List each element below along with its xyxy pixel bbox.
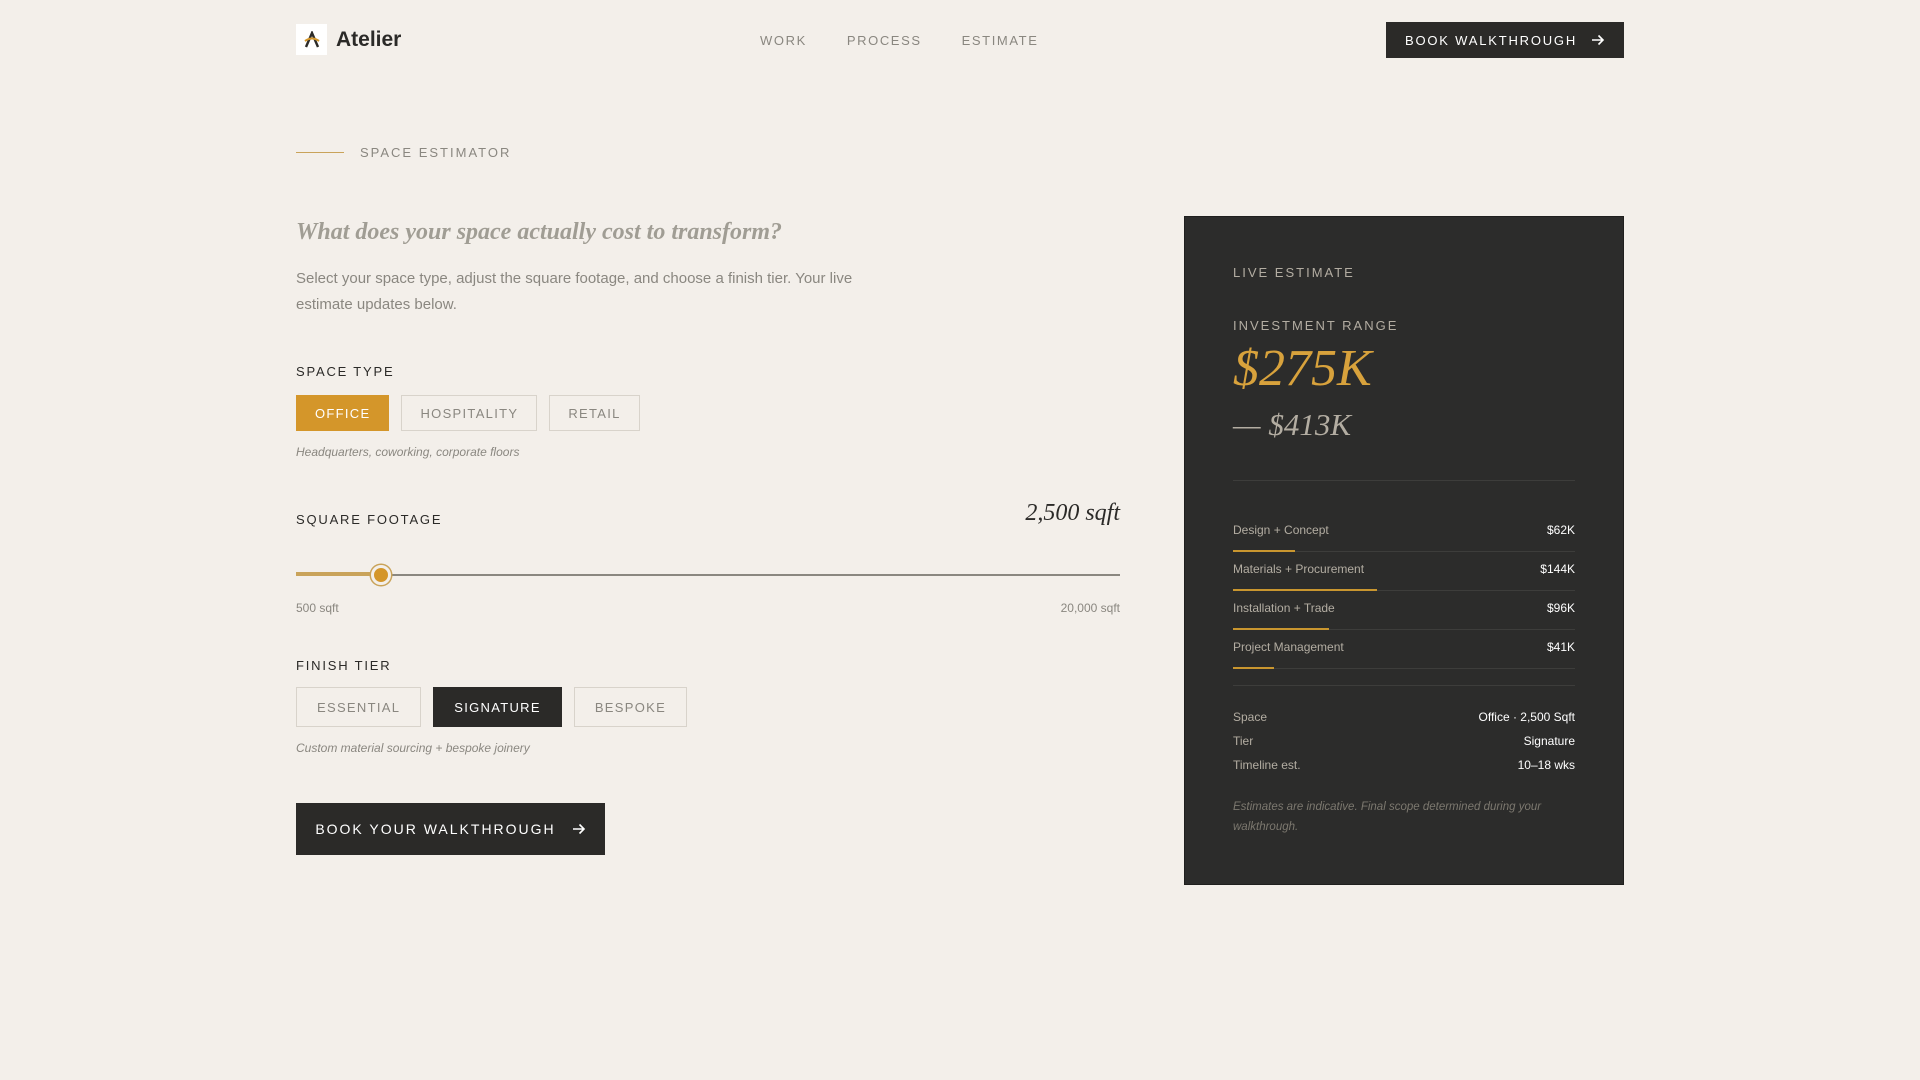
eyebrow-line — [296, 152, 344, 153]
estimate-high-value: — $413K — [1233, 407, 1351, 442]
square-footage-value: 2,500 sqft — [1025, 500, 1120, 526]
eyebrow-text: SPACE ESTIMATOR — [360, 145, 512, 160]
estimate-low-value: $275K — [1233, 340, 1372, 397]
summary-row: Timeline est. 10–18 wks — [1233, 758, 1575, 782]
estimate-divider — [1233, 685, 1575, 686]
estimate-summary: Space Office · 2,500 Sqft Tier Signature… — [1233, 710, 1575, 782]
breakdown-value: $144K — [1540, 562, 1575, 576]
main-nav: WORK PROCESS ESTIMATE — [760, 33, 1038, 48]
square-footage-label: SQUARE FOOTAGE — [296, 512, 443, 527]
live-estimate-panel: LIVE ESTIMATE INVESTMENT RANGE $275K — $… — [1184, 216, 1624, 885]
nav-estimate[interactable]: ESTIMATE — [962, 33, 1039, 48]
estimate-divider — [1233, 480, 1575, 481]
logo[interactable]: Atelier — [296, 24, 401, 55]
summary-row: Space Office · 2,500 Sqft — [1233, 710, 1575, 734]
space-type-options: OFFICE HOSPITALITY RETAIL — [296, 395, 640, 431]
cost-breakdown: Design + Concept $62K Materials + Procur… — [1233, 513, 1575, 669]
book-walkthrough-button[interactable]: BOOK WALKTHROUGH — [1386, 22, 1624, 58]
book-your-walkthrough-button[interactable]: BOOK YOUR WALKTHROUGH — [296, 803, 605, 855]
page-headline: What does your space actually cost to tr… — [296, 219, 783, 245]
summary-value: 10–18 wks — [1517, 758, 1575, 772]
breakdown-name: Installation + Trade — [1233, 601, 1335, 615]
space-type-hospitality[interactable]: HOSPITALITY — [401, 395, 538, 431]
estimate-disclaimer: Estimates are indicative. Final scope de… — [1233, 801, 1542, 833]
breakdown-row: Materials + Procurement $144K — [1233, 552, 1575, 591]
summary-value: Signature — [1523, 734, 1575, 748]
summary-row: Tier Signature — [1233, 734, 1575, 758]
slider-track — [296, 574, 1120, 576]
nav-process[interactable]: PROCESS — [847, 33, 922, 48]
space-type-office[interactable]: OFFICE — [296, 395, 390, 431]
breakdown-name: Design + Concept — [1233, 523, 1329, 537]
logo-text: Atelier — [336, 27, 402, 51]
breakdown-row: Installation + Trade $96K — [1233, 591, 1575, 630]
breakdown-value: $62K — [1546, 523, 1575, 537]
estimate-title: LIVE ESTIMATE — [1233, 265, 1355, 280]
slider-thumb[interactable] — [370, 565, 391, 585]
finish-tier-essential[interactable]: ESSENTIAL — [296, 687, 422, 727]
slider-max-label: 20,000 sqft — [1060, 601, 1120, 615]
breakdown-row: Design + Concept $62K — [1233, 513, 1575, 552]
arrow-right-icon — [1592, 34, 1605, 46]
finish-tier-hint: Custom material sourcing + bespoke joine… — [296, 741, 530, 755]
breakdown-name: Project Management — [1233, 640, 1344, 654]
breakdown-name: Materials + Procurement — [1233, 562, 1365, 576]
summary-value: Office · 2,500 Sqft — [1478, 710, 1576, 724]
breakdown-value: $41K — [1546, 640, 1575, 654]
summary-key: Tier — [1233, 734, 1254, 748]
section-eyebrow: SPACE ESTIMATOR — [296, 145, 511, 160]
atelier-logo-icon — [296, 24, 327, 55]
breakdown-bar — [1233, 667, 1275, 669]
investment-range-label: INVESTMENT RANGE — [1233, 318, 1399, 333]
space-type-retail[interactable]: RETAIL — [549, 395, 640, 431]
finish-tier-label: FINISH TIER — [296, 658, 392, 673]
space-type-label: SPACE TYPE — [296, 364, 395, 379]
breakdown-value: $96K — [1546, 601, 1575, 615]
breakdown-row: Project Management $41K — [1233, 630, 1575, 669]
nav-work[interactable]: WORK — [760, 33, 807, 48]
finish-tier-options: ESSENTIAL SIGNATURE BESPOKE — [296, 687, 688, 727]
book-your-walkthrough-label: BOOK YOUR WALKTHROUGH — [315, 821, 556, 837]
square-footage-slider[interactable] — [296, 564, 1120, 586]
slider-fill — [296, 572, 381, 576]
finish-tier-signature[interactable]: SIGNATURE — [433, 687, 562, 727]
arrow-right-icon — [572, 823, 585, 835]
book-walkthrough-label: BOOK WALKTHROUGH — [1404, 32, 1578, 48]
slider-min-label: 500 sqft — [296, 601, 339, 615]
summary-key: Timeline est. — [1233, 758, 1301, 772]
summary-key: Space — [1233, 710, 1268, 724]
space-type-hint: Headquarters, coworking, corporate floor… — [296, 445, 520, 459]
page-subtext: Select your space type, adjust the squar… — [296, 270, 853, 313]
finish-tier-bespoke[interactable]: BESPOKE — [573, 687, 688, 727]
